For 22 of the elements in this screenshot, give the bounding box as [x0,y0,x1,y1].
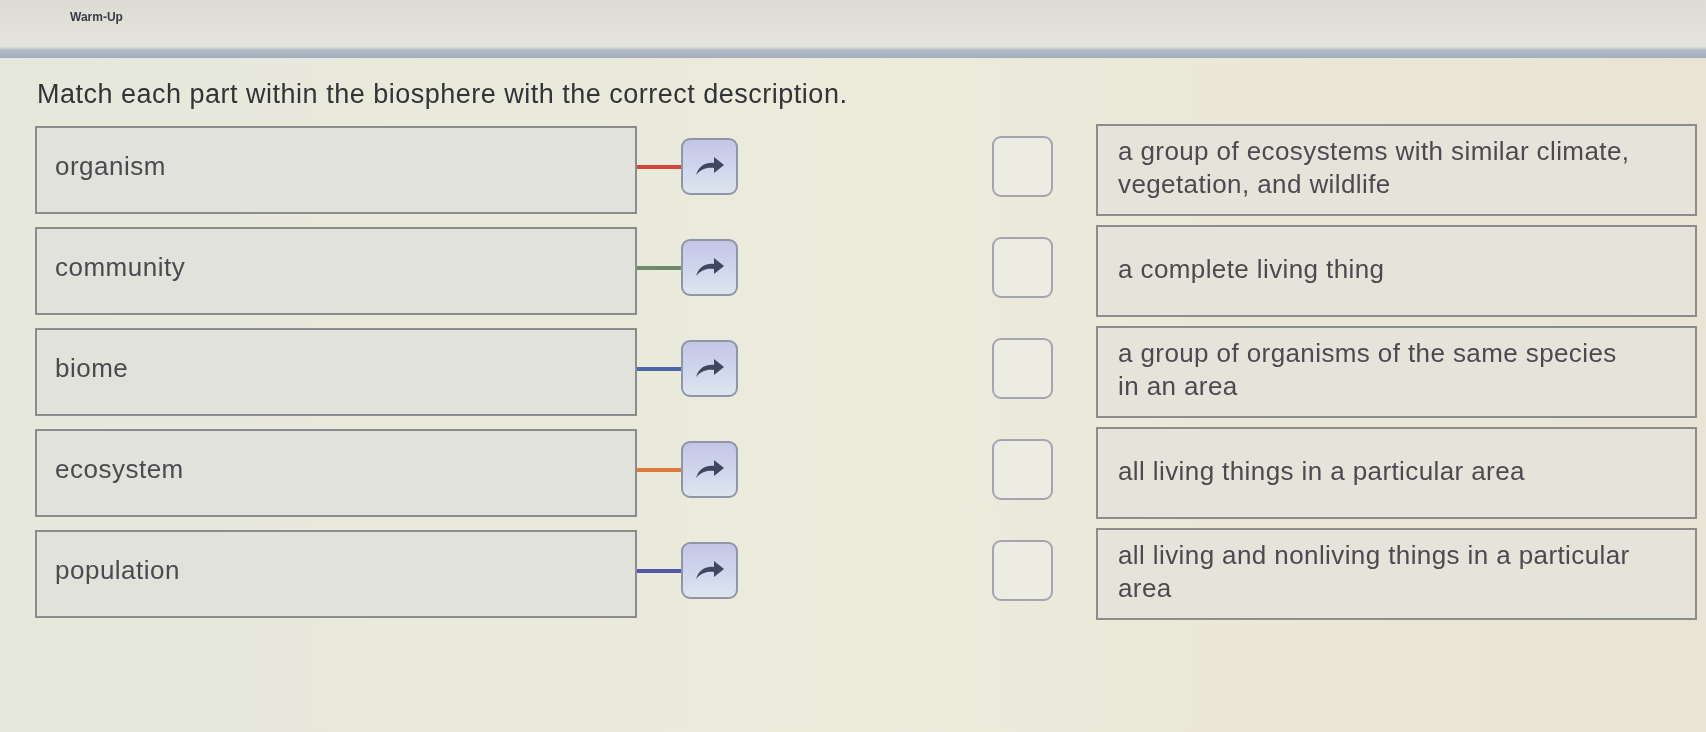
description-card: all living and nonliving things in a particular area [1096,528,1697,620]
curved-arrow-icon [694,256,725,278]
description-card: a group of organisms of the same species in an area [1096,326,1697,418]
curved-arrow-icon [694,559,725,581]
section-label: Warm-Up [70,10,123,24]
description-card: a group of ecosystems with similar climate, vegetation, and wildlife [1096,124,1697,216]
term-card[interactable]: ecosystem [35,429,637,517]
term-card[interactable]: biome [35,328,637,416]
curved-arrow-icon [694,155,725,177]
term-card[interactable]: community [35,227,637,315]
instruction-text: Match each part within the biosphere with the correct description. [37,78,849,110]
arrow-button[interactable] [681,238,738,296]
description-card: all living things in a particular area [1096,427,1697,519]
curved-arrow-icon [694,458,725,480]
arrow-button[interactable] [681,137,738,195]
term-card[interactable]: population [35,530,637,618]
arrow-button[interactable] [681,339,738,397]
arrow-button[interactable] [681,541,738,599]
term-card[interactable]: organism [35,126,637,214]
description-card: a complete living thing [1096,225,1697,317]
curved-arrow-icon [694,357,725,379]
arrow-button[interactable] [681,440,738,498]
